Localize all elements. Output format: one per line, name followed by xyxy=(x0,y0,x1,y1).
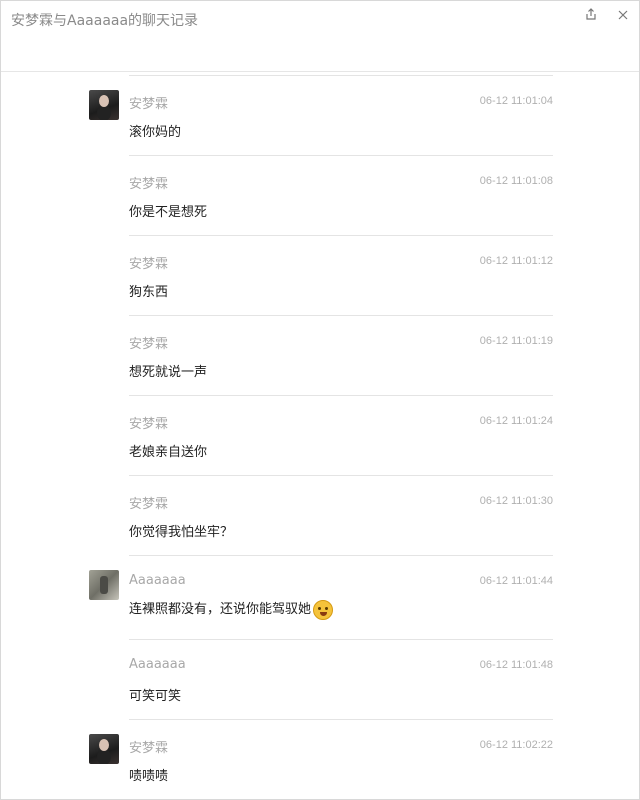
message-time: 06-12 11:01:04 xyxy=(479,95,553,107)
message-divider xyxy=(129,475,553,476)
message-sender: Aaaaaaa xyxy=(129,657,186,672)
message-time: 06-12 11:01:44 xyxy=(479,575,553,587)
message-text: 老娘亲自送你 xyxy=(129,445,208,460)
message-sender: 安梦霖 xyxy=(129,257,169,272)
message-text: 滚你妈的 xyxy=(129,125,182,140)
message-divider xyxy=(129,75,553,76)
message-sender: 安梦霖 xyxy=(129,417,169,432)
message-text: 你是不是想死 xyxy=(129,205,208,220)
message-time: 06-12 11:01:30 xyxy=(479,495,553,507)
message-list[interactable]: 安梦霖 06-12 11:01:04 滚你妈的 安梦霖 06-12 11:01:… xyxy=(1,72,639,799)
message-sender: 安梦霖 xyxy=(129,177,169,192)
message-divider xyxy=(129,555,553,556)
message-divider xyxy=(129,155,553,156)
message-text: 你觉得我怕坐牢？ xyxy=(129,525,234,540)
message-text: 连裸照都没有，还说你能驾驭她 xyxy=(129,602,312,617)
drooling-face-emoji-icon xyxy=(313,599,334,620)
message-time: 06-12 11:01:12 xyxy=(479,255,553,267)
message-time: 06-12 11:02:22 xyxy=(479,739,553,751)
message-text: 啧啧啧 xyxy=(129,769,169,784)
avatar[interactable] xyxy=(89,734,119,764)
message-sender: 安梦霖 xyxy=(129,497,169,512)
message-time: 06-12 11:01:08 xyxy=(479,175,553,187)
avatar[interactable] xyxy=(89,90,119,120)
message-time: 06-12 11:01:24 xyxy=(479,415,553,427)
message-time: 06-12 11:01:48 xyxy=(479,659,553,671)
message-time: 06-12 11:01:19 xyxy=(479,335,553,347)
message-sender: 安梦霖 xyxy=(129,97,169,112)
close-icon[interactable] xyxy=(613,7,633,25)
chat-history-window: 安梦霖与Aaaaaaa的聊天记录 安梦霖 06-12 11:01:04 滚你妈的… xyxy=(0,0,640,800)
message-text: 可笑可笑 xyxy=(129,689,182,704)
message-divider xyxy=(129,235,553,236)
message-divider xyxy=(129,719,553,720)
message-text: 狗东西 xyxy=(129,285,169,300)
message-sender: 安梦霖 xyxy=(129,337,169,352)
window-title: 安梦霖与Aaaaaaa的聊天记录 xyxy=(11,13,199,29)
avatar[interactable] xyxy=(89,570,119,600)
message-divider xyxy=(129,315,553,316)
share-icon[interactable] xyxy=(581,7,601,25)
message-sender: Aaaaaaa xyxy=(129,573,186,588)
title-bar: 安梦霖与Aaaaaaa的聊天记录 xyxy=(1,1,639,72)
message-text: 想死就说一声 xyxy=(129,365,208,380)
message-divider xyxy=(129,395,553,396)
message-divider xyxy=(129,639,553,640)
message-sender: 安梦霖 xyxy=(129,741,169,756)
message-text-row: 连裸照都没有，还说你能驾驭她 xyxy=(129,598,334,620)
